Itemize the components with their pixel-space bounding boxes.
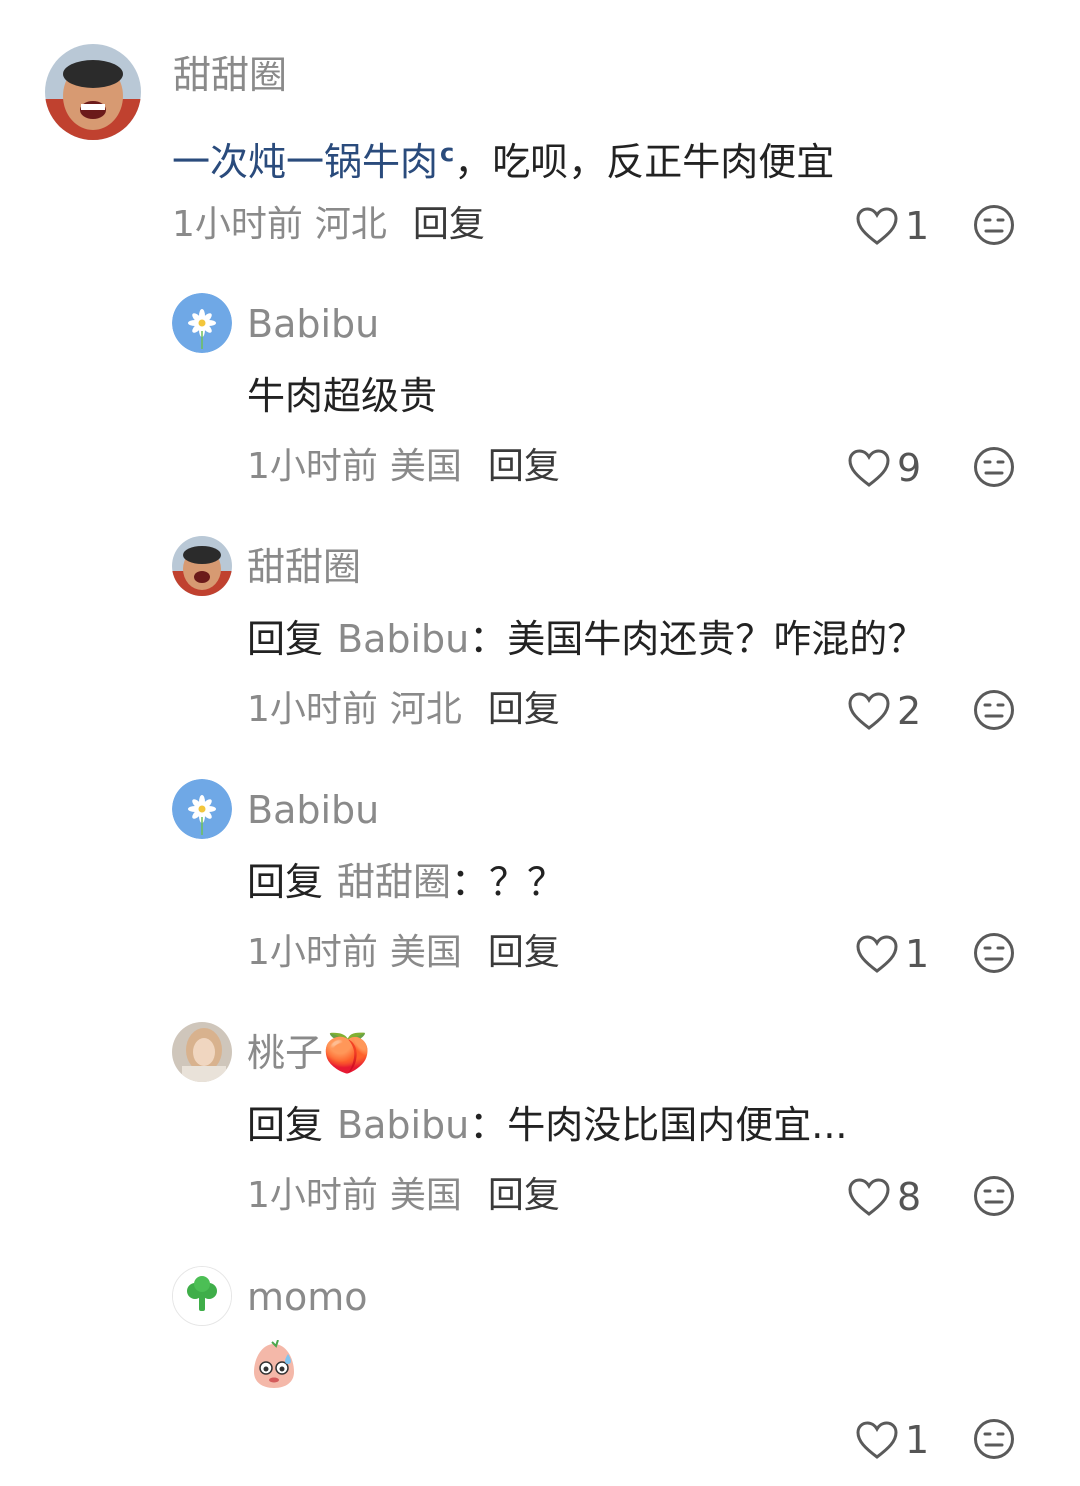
reply-button[interactable]: 回复: [488, 932, 560, 973]
comment-6: momo 1: [0, 1266, 1080, 1476]
like-button[interactable]: 9: [847, 446, 921, 490]
timestamp: 1小时前: [247, 446, 378, 487]
keyword-link[interactable]: 一次炖一锅牛肉: [172, 140, 438, 184]
neutral-face-icon[interactable]: [973, 204, 1015, 246]
neutral-face-icon[interactable]: [973, 932, 1015, 974]
search-icon[interactable]: 𝗰: [440, 139, 454, 167]
heart-outline-icon: [848, 1178, 890, 1216]
location: 美国: [389, 446, 462, 487]
reply-body: ：？？: [451, 860, 566, 904]
reply-target[interactable]: Babibu: [337, 617, 469, 661]
comment-4: Babibu 回复 甜甜圈：？？ 1小时前 美国 回复 1: [0, 779, 1080, 979]
reply-body: ：牛肉没比国内便宜...: [469, 1103, 848, 1147]
like-button[interactable]: 8: [847, 1175, 921, 1219]
reply-target[interactable]: 甜甜圈: [337, 860, 451, 904]
location: 河北: [314, 204, 387, 245]
comment-text: 牛肉超级贵: [247, 374, 438, 418]
comment-3: 甜甜圈 回复 Babibu：美国牛肉还贵？咋混的？ 1小时前 河北 回复 2: [0, 536, 1080, 736]
like-button[interactable]: 1: [855, 932, 929, 976]
comment-meta: 1小时前 河北 回复: [172, 204, 485, 246]
avatar[interactable]: [172, 1266, 232, 1326]
location: 美国: [389, 1175, 462, 1216]
timestamp: 1小时前: [172, 204, 303, 245]
timestamp: 1小时前: [247, 1175, 378, 1216]
avatar[interactable]: [172, 293, 232, 353]
username[interactable]: Babibu: [247, 302, 379, 346]
like-count: 1: [905, 204, 930, 248]
like-count: 9: [897, 446, 922, 490]
reply-prefix: 回复: [247, 1103, 324, 1147]
comment-text: 回复 甜甜圈：？？: [247, 859, 565, 905]
username[interactable]: 甜甜圈: [247, 545, 361, 589]
like-button[interactable]: 1: [855, 204, 929, 248]
reply-body: ：美国牛肉还贵？咋混的？: [469, 617, 926, 661]
like-count: 2: [897, 689, 922, 733]
timestamp: 1小时前: [247, 932, 378, 973]
heart-outline-icon: [848, 449, 890, 487]
reply-button[interactable]: 回复: [488, 446, 560, 487]
reply-prefix: 回复: [247, 860, 324, 904]
like-button[interactable]: 1: [855, 1418, 929, 1462]
like-button[interactable]: 2: [847, 689, 921, 733]
reply-target[interactable]: Babibu: [337, 1103, 469, 1147]
heart-outline-icon: [856, 935, 898, 973]
avatar[interactable]: [45, 44, 141, 140]
reply-button[interactable]: 回复: [488, 689, 560, 730]
sweat-emoji-sticker: [254, 1340, 294, 1388]
username[interactable]: momo: [247, 1275, 368, 1319]
comment-2: Babibu 牛肉超级贵 1小时前 美国 回复 9: [0, 293, 1080, 493]
heart-outline-icon: [856, 1421, 898, 1459]
like-count: 1: [905, 1418, 930, 1462]
comment-1: 甜甜圈 一次炖一锅牛肉𝗰，吃呗，反正牛肉便宜 1小时前 河北 回复 1: [0, 44, 1080, 248]
reply-prefix: 回复: [247, 617, 324, 661]
comment-meta: 1小时前 美国 回复: [247, 446, 560, 488]
comment-meta: 1小时前 美国 回复: [247, 932, 560, 974]
location: 美国: [389, 932, 462, 973]
comment-meta: 1小时前 河北 回复: [247, 689, 560, 731]
neutral-face-icon[interactable]: [973, 689, 1015, 731]
avatar[interactable]: [172, 1022, 232, 1082]
username[interactable]: 甜甜圈: [173, 53, 287, 97]
neutral-face-icon[interactable]: [973, 1175, 1015, 1217]
neutral-face-icon[interactable]: [973, 446, 1015, 488]
username[interactable]: 桃子🍑: [247, 1031, 370, 1075]
reply-button[interactable]: 回复: [413, 204, 485, 245]
avatar[interactable]: [172, 779, 232, 839]
reply-button[interactable]: 回复: [488, 1175, 560, 1216]
like-count: 8: [897, 1175, 922, 1219]
username[interactable]: Babibu: [247, 788, 379, 832]
comment-text: 一次炖一锅牛肉𝗰，吃呗，反正牛肉便宜: [172, 130, 834, 185]
location: 河北: [389, 689, 462, 730]
comment-text-rest: ，吃呗，反正牛肉便宜: [454, 140, 835, 184]
comment-text: 回复 Babibu：美国牛肉还贵？咋混的？: [247, 616, 925, 662]
timestamp: 1小时前: [247, 689, 378, 730]
comment-text: 回复 Babibu：牛肉没比国内便宜...: [247, 1102, 848, 1148]
avatar[interactable]: [172, 536, 232, 596]
neutral-face-icon[interactable]: [973, 1418, 1015, 1460]
heart-outline-icon: [856, 207, 898, 245]
heart-outline-icon: [848, 692, 890, 730]
like-count: 1: [905, 932, 930, 976]
comment-meta: 1小时前 美国 回复: [247, 1175, 560, 1217]
comment-5: 桃子🍑 回复 Babibu：牛肉没比国内便宜... 1小时前 美国 回复 8: [0, 1022, 1080, 1222]
